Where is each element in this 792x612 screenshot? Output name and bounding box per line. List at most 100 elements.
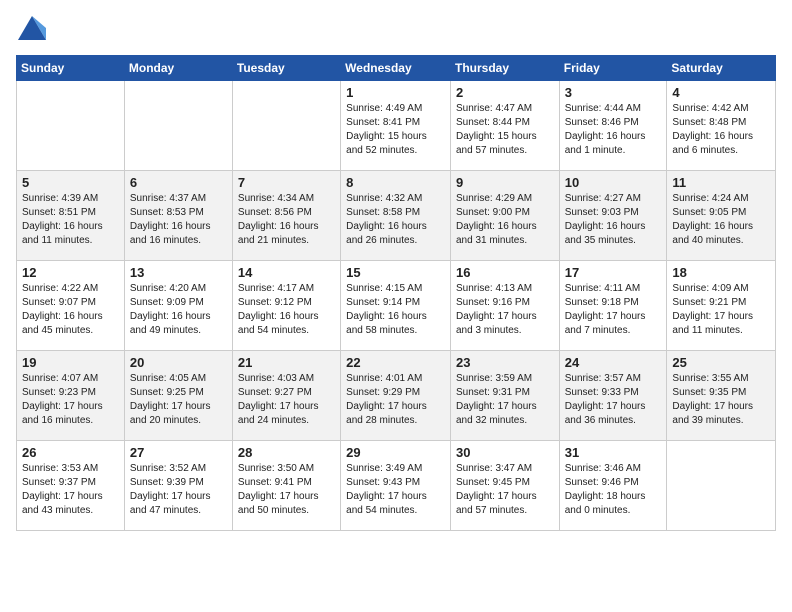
calendar-cell: 11 Sunrise: 4:24 AM Sunset: 9:05 PM Dayli… <box>667 171 776 261</box>
day-number: 31 <box>565 445 662 460</box>
day-number: 11 <box>672 175 770 190</box>
calendar-header-saturday: Saturday <box>667 56 776 81</box>
calendar-cell: 8 Sunrise: 4:32 AM Sunset: 8:58 PM Daylig… <box>341 171 451 261</box>
calendar-cell: 15 Sunrise: 4:15 AM Sunset: 9:14 PM Dayli… <box>341 261 451 351</box>
day-info: Sunrise: 4:39 AM Sunset: 8:51 PM Dayligh… <box>22 192 119 248</box>
calendar-header-tuesday: Tuesday <box>232 56 340 81</box>
day-number: 3 <box>565 85 662 100</box>
day-info: Sunrise: 4:29 AM Sunset: 9:00 PM Dayligh… <box>456 192 554 248</box>
calendar-cell: 27 Sunrise: 3:52 AM Sunset: 9:39 PM Dayli… <box>124 441 232 531</box>
day-number: 16 <box>456 265 554 280</box>
day-info: Sunrise: 4:03 AM Sunset: 9:27 PM Dayligh… <box>238 372 335 428</box>
day-info: Sunrise: 4:11 AM Sunset: 9:18 PM Dayligh… <box>565 282 662 338</box>
day-info: Sunrise: 4:44 AM Sunset: 8:46 PM Dayligh… <box>565 102 662 158</box>
logo-icon <box>18 16 46 40</box>
calendar-header-wednesday: Wednesday <box>341 56 451 81</box>
calendar-week-row: 1Sunrise: 4:49 AM Sunset: 8:41 PM Daylig… <box>17 81 776 171</box>
day-number: 19 <box>22 355 119 370</box>
day-number: 2 <box>456 85 554 100</box>
day-info: Sunrise: 4:17 AM Sunset: 9:12 PM Dayligh… <box>238 282 335 338</box>
day-info: Sunrise: 4:20 AM Sunset: 9:09 PM Dayligh… <box>130 282 227 338</box>
day-info: Sunrise: 3:46 AM Sunset: 9:46 PM Dayligh… <box>565 462 662 518</box>
calendar-cell: 12 Sunrise: 4:22 AM Sunset: 9:07 PM Dayli… <box>17 261 125 351</box>
day-number: 13 <box>130 265 227 280</box>
day-info: Sunrise: 4:15 AM Sunset: 9:14 PM Dayligh… <box>346 282 445 338</box>
calendar-week-row: 12 Sunrise: 4:22 AM Sunset: 9:07 PM Dayli… <box>17 261 776 351</box>
day-number: 20 <box>130 355 227 370</box>
calendar-cell: 26 Sunrise: 3:53 AM Sunset: 9:37 PM Dayli… <box>17 441 125 531</box>
calendar-cell: 9Sunrise: 4:29 AM Sunset: 9:00 PM Daylig… <box>450 171 559 261</box>
calendar-cell: 21 Sunrise: 4:03 AM Sunset: 9:27 PM Dayli… <box>232 351 340 441</box>
day-number: 7 <box>238 175 335 190</box>
day-info: Sunrise: 4:05 AM Sunset: 9:25 PM Dayligh… <box>130 372 227 428</box>
day-info: Sunrise: 4:01 AM Sunset: 9:29 PM Dayligh… <box>346 372 445 428</box>
day-info: Sunrise: 4:47 AM Sunset: 8:44 PM Dayligh… <box>456 102 554 158</box>
calendar-cell: 29Sunrise: 3:49 AM Sunset: 9:43 PM Dayli… <box>341 441 451 531</box>
day-info: Sunrise: 3:49 AM Sunset: 9:43 PM Dayligh… <box>346 462 445 518</box>
calendar-header-thursday: Thursday <box>450 56 559 81</box>
day-number: 24 <box>565 355 662 370</box>
day-number: 6 <box>130 175 227 190</box>
calendar-cell <box>17 81 125 171</box>
day-info: Sunrise: 4:24 AM Sunset: 9:05 PM Dayligh… <box>672 192 770 248</box>
calendar-cell: 4 Sunrise: 4:42 AM Sunset: 8:48 PM Daylig… <box>667 81 776 171</box>
calendar-table: SundayMondayTuesdayWednesdayThursdayFrid… <box>16 55 776 531</box>
calendar-week-row: 5 Sunrise: 4:39 AM Sunset: 8:51 PM Daylig… <box>17 171 776 261</box>
day-info: Sunrise: 3:53 AM Sunset: 9:37 PM Dayligh… <box>22 462 119 518</box>
day-number: 17 <box>565 265 662 280</box>
calendar-cell: 30 Sunrise: 3:47 AM Sunset: 9:45 PM Dayli… <box>450 441 559 531</box>
calendar-cell: 24 Sunrise: 3:57 AM Sunset: 9:33 PM Dayli… <box>559 351 667 441</box>
logo <box>16 16 46 45</box>
day-info: Sunrise: 4:07 AM Sunset: 9:23 PM Dayligh… <box>22 372 119 428</box>
day-number: 4 <box>672 85 770 100</box>
day-number: 15 <box>346 265 445 280</box>
day-number: 1 <box>346 85 445 100</box>
day-info: Sunrise: 4:42 AM Sunset: 8:48 PM Dayligh… <box>672 102 770 158</box>
day-number: 27 <box>130 445 227 460</box>
calendar-cell <box>232 81 340 171</box>
day-info: Sunrise: 3:59 AM Sunset: 9:31 PM Dayligh… <box>456 372 554 428</box>
calendar-cell: 25Sunrise: 3:55 AM Sunset: 9:35 PM Dayli… <box>667 351 776 441</box>
day-info: Sunrise: 4:09 AM Sunset: 9:21 PM Dayligh… <box>672 282 770 338</box>
day-info: Sunrise: 4:22 AM Sunset: 9:07 PM Dayligh… <box>22 282 119 338</box>
calendar-cell: 23 Sunrise: 3:59 AM Sunset: 9:31 PM Dayli… <box>450 351 559 441</box>
calendar-cell: 5 Sunrise: 4:39 AM Sunset: 8:51 PM Daylig… <box>17 171 125 261</box>
day-number: 22 <box>346 355 445 370</box>
calendar-cell: 3 Sunrise: 4:44 AM Sunset: 8:46 PM Daylig… <box>559 81 667 171</box>
calendar-cell: 10Sunrise: 4:27 AM Sunset: 9:03 PM Dayli… <box>559 171 667 261</box>
calendar-cell: 16Sunrise: 4:13 AM Sunset: 9:16 PM Dayli… <box>450 261 559 351</box>
page-header <box>16 16 776 45</box>
calendar-cell <box>124 81 232 171</box>
calendar-header-friday: Friday <box>559 56 667 81</box>
day-info: Sunrise: 4:34 AM Sunset: 8:56 PM Dayligh… <box>238 192 335 248</box>
calendar-week-row: 26 Sunrise: 3:53 AM Sunset: 9:37 PM Dayli… <box>17 441 776 531</box>
day-number: 5 <box>22 175 119 190</box>
calendar-header-row: SundayMondayTuesdayWednesdayThursdayFrid… <box>17 56 776 81</box>
calendar-cell: 20 Sunrise: 4:05 AM Sunset: 9:25 PM Dayli… <box>124 351 232 441</box>
calendar-header-monday: Monday <box>124 56 232 81</box>
day-number: 18 <box>672 265 770 280</box>
day-number: 10 <box>565 175 662 190</box>
calendar-cell: 13 Sunrise: 4:20 AM Sunset: 9:09 PM Dayli… <box>124 261 232 351</box>
day-number: 12 <box>22 265 119 280</box>
day-number: 23 <box>456 355 554 370</box>
calendar-cell: 1Sunrise: 4:49 AM Sunset: 8:41 PM Daylig… <box>341 81 451 171</box>
day-number: 14 <box>238 265 335 280</box>
day-number: 25 <box>672 355 770 370</box>
day-number: 8 <box>346 175 445 190</box>
day-number: 30 <box>456 445 554 460</box>
calendar-cell: 2 Sunrise: 4:47 AM Sunset: 8:44 PM Daylig… <box>450 81 559 171</box>
day-info: Sunrise: 3:50 AM Sunset: 9:41 PM Dayligh… <box>238 462 335 518</box>
day-number: 21 <box>238 355 335 370</box>
day-info: Sunrise: 4:32 AM Sunset: 8:58 PM Dayligh… <box>346 192 445 248</box>
calendar-cell: 6Sunrise: 4:37 AM Sunset: 8:53 PM Daylig… <box>124 171 232 261</box>
day-info: Sunrise: 3:57 AM Sunset: 9:33 PM Dayligh… <box>565 372 662 428</box>
day-info: Sunrise: 3:47 AM Sunset: 9:45 PM Dayligh… <box>456 462 554 518</box>
calendar-cell <box>667 441 776 531</box>
day-info: Sunrise: 3:52 AM Sunset: 9:39 PM Dayligh… <box>130 462 227 518</box>
calendar-cell: 18 Sunrise: 4:09 AM Sunset: 9:21 PM Dayli… <box>667 261 776 351</box>
calendar-cell: 19 Sunrise: 4:07 AM Sunset: 9:23 PM Dayli… <box>17 351 125 441</box>
calendar-body: 1Sunrise: 4:49 AM Sunset: 8:41 PM Daylig… <box>17 81 776 531</box>
calendar-cell: 22 Sunrise: 4:01 AM Sunset: 9:29 PM Dayli… <box>341 351 451 441</box>
day-number: 26 <box>22 445 119 460</box>
